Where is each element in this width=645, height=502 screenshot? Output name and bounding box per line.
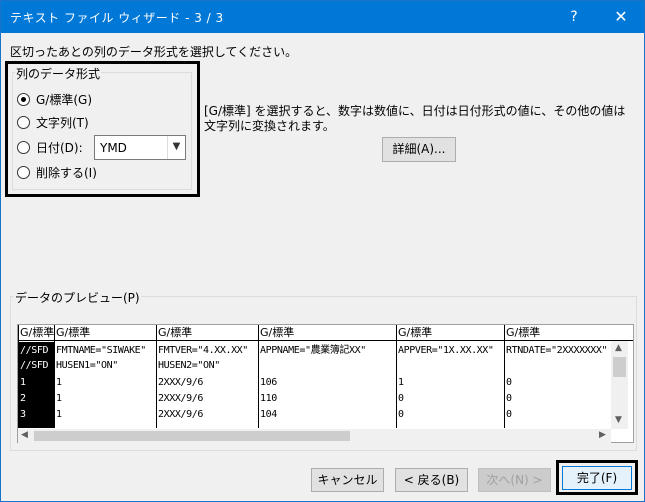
vertical-scrollbar[interactable]: ▲ ▼ [611,341,628,429]
preview-cell: 1 [398,377,404,388]
column-header[interactable]: G/標準 [505,325,633,341]
preview-legend: データのプレビュー(P) [14,289,141,306]
preview-cell: HUSEN1="ON" [56,360,118,371]
radio-skip-label: 削除する(I) [36,165,97,180]
preview-cell: 110 [260,393,277,404]
preview-cell: 2XXX/9/6 [158,377,203,388]
advanced-button[interactable]: 詳細(A)... [382,137,456,162]
finish-button[interactable]: 完了(F) [562,466,632,490]
preview-cell: RTNDATE="2XXXXXXX" [506,345,608,356]
radio-general[interactable]: G/標準(G) [17,90,92,108]
vertical-scroll-thumb[interactable] [613,357,626,377]
radio-text[interactable]: 文字列(T) [17,113,89,131]
preview-grid[interactable]: G/標準 //SFD //SFD 1 2 3 G/標準 FMTNAME="SIW… [17,324,634,443]
preview-column-5[interactable]: G/標準 APPVER="1X.XX.XX" 1 0 0 [396,325,504,428]
radio-general-circle[interactable] [17,92,30,106]
preview-cell: 2XXX/9/6 [158,393,203,404]
preview-column-2[interactable]: G/標準 FMTNAME="SIWAKE" HUSEN1="ON" 1 1 1 [54,325,156,428]
horizontal-scrollbar[interactable]: ◀ ▶ [18,429,611,443]
radio-date-label: 日付(D): [36,140,83,155]
format-group-legend: 列のデータ形式 [15,65,102,82]
column-header[interactable]: G/標準 [397,325,504,341]
preview-cell: //SFD [20,345,49,356]
back-button[interactable]: < 戻る(B) [395,468,468,492]
preview-cell: 106 [260,377,277,388]
scroll-down-icon[interactable]: ▼ [615,415,622,425]
date-format-select[interactable]: YMD ▼ [94,135,186,160]
radio-skip[interactable]: 削除する(I) [17,163,97,181]
preview-cell: 104 [260,409,277,420]
title-bar: テキスト ファイル ウィザード - 3 / 3 ? ✕ [1,1,644,33]
text-file-wizard-dialog: テキスト ファイル ウィザード - 3 / 3 ? ✕ 区切ったあとの列のデータ… [0,0,645,502]
horizontal-scroll-thumb[interactable] [34,431,350,441]
preview-cell: 2 [20,393,26,404]
preview-cell: FMTNAME="SIWAKE" [56,345,146,356]
close-button[interactable]: ✕ [599,1,643,33]
column-header[interactable]: G/標準 [19,325,54,341]
preview-cell: APPVER="1X.XX.XX" [398,345,494,356]
scroll-up-icon[interactable]: ▲ [615,343,622,353]
radio-general-label: G/標準(G) [36,92,93,107]
preview-cell: 1 [56,393,62,404]
preview-column-3[interactable]: G/標準 FMTVER="4.XX.XX" HUSEN2="ON" 2XXX/9… [156,325,258,428]
date-format-value: YMD [100,141,127,155]
scroll-right-icon[interactable]: ▶ [599,430,606,440]
chevron-down-icon[interactable]: ▼ [167,136,185,159]
radio-date[interactable]: 日付(D): [17,138,83,156]
preview-cell: 2XXX/9/6 [158,409,203,420]
preview-column-1[interactable]: G/標準 //SFD //SFD 1 2 3 [18,325,54,428]
radio-skip-circle[interactable] [17,165,30,179]
preview-cell: 0 [506,393,512,404]
preview-cell: 1 [56,409,62,420]
preview-cell: 0 [506,377,512,388]
help-button[interactable]: ? [562,6,586,28]
window-title: テキスト ファイル ウィザード - 3 / 3 [10,11,224,25]
preview-cell: 1 [20,377,26,388]
next-button[interactable]: 次へ(N) > [478,468,551,492]
column-header[interactable]: G/標準 [157,325,258,341]
column-header[interactable]: G/標準 [55,325,156,341]
format-description: [G/標準] を選択すると、数字は数値に、日付は日付形式の値に、その他の値は文字… [204,104,626,133]
preview-cell: 3 [20,409,26,420]
preview-cell: 0 [398,409,404,420]
preview-column-4[interactable]: G/標準 APPNAME="農業簿記XX" 106 110 104 [258,325,396,428]
instruction-text: 区切ったあとの列のデータ形式を選択してください。 [10,45,298,59]
preview-cell: //SFD [20,360,49,371]
preview-cell: 0 [398,393,404,404]
radio-text-circle[interactable] [17,115,30,129]
preview-cell: HUSEN2="ON" [158,360,220,371]
cancel-button[interactable]: キャンセル [311,468,384,492]
preview-cell: 1 [56,377,62,388]
preview-cell: 0 [506,409,512,420]
radio-date-circle[interactable] [17,140,30,154]
preview-cell: FMTVER="4.XX.XX" [158,345,248,356]
radio-text-label: 文字列(T) [36,115,89,130]
scroll-left-icon[interactable]: ◀ [21,430,28,440]
column-header[interactable]: G/標準 [259,325,396,341]
preview-cell: APPNAME="農業簿記XX" [260,345,366,356]
